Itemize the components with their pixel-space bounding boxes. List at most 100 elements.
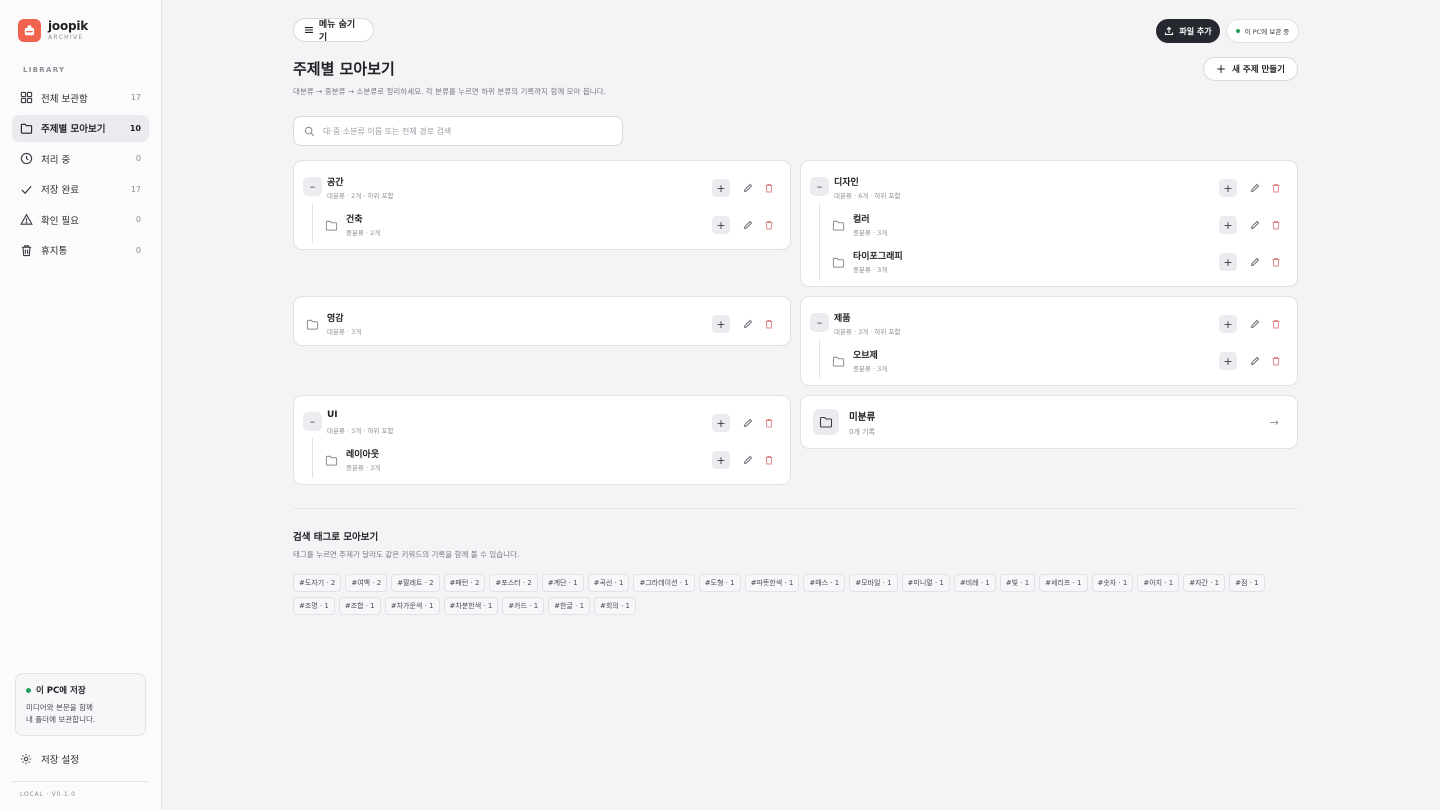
topic-row[interactable]: – UI 대분류 · 3개 · 하위 포함 +: [294, 406, 790, 436]
collapse-toggle-button[interactable]: –: [810, 177, 829, 196]
tag-chip[interactable]: #자간 · 1: [1183, 574, 1226, 592]
tag-chip[interactable]: #여백 · 2: [345, 574, 388, 592]
tag-chip[interactable]: #숫자 · 1: [1091, 574, 1134, 592]
status-dot-icon: [26, 687, 31, 693]
tag-chip[interactable]: #포스터 · 2: [489, 574, 538, 592]
delete-button[interactable]: [760, 451, 778, 469]
tag-chip[interactable]: #그라데이션 · 1: [633, 574, 695, 592]
topic-search[interactable]: [293, 116, 623, 146]
sidebar-item-saved[interactable]: 저장 완료 17: [12, 176, 149, 203]
storage-info-card: 이 PC에 저장 미디어와 본문을 함께 내 폴더에 보관합니다.: [15, 673, 146, 736]
edit-button[interactable]: [1246, 216, 1264, 234]
add-subtopic-button[interactable]: +: [1219, 315, 1237, 333]
tag-list: #도자기 · 2 #여백 · 2 #팔레트 · 2 #패턴 · 2 #포스터 · 2 #계…: [293, 574, 1303, 620]
sidebar-item-all[interactable]: 전체 보관함 17: [12, 84, 149, 111]
delete-button[interactable]: [1267, 216, 1285, 234]
delete-button[interactable]: [1267, 253, 1285, 271]
edit-button[interactable]: [1246, 315, 1264, 333]
tag-chip[interactable]: #비례 · 1: [953, 574, 996, 592]
add-subtopic-button[interactable]: +: [712, 216, 730, 234]
folder-icon: [325, 217, 338, 231]
trash-icon: [1272, 320, 1280, 329]
add-subtopic-button[interactable]: +: [712, 451, 730, 469]
tag-chip[interactable]: #매스 · 1: [803, 574, 846, 592]
collapse-toggle-button[interactable]: –: [303, 412, 322, 431]
tag-chip[interactable]: #계단 · 1: [541, 574, 584, 592]
tag-chip[interactable]: #따뜻한색 · 1: [744, 574, 800, 592]
delete-button[interactable]: [760, 216, 778, 234]
brand[interactable]: joopik ARCHIVE: [18, 19, 88, 42]
topic-card-inspiration: 영감 대분류 · 3개 +: [293, 296, 791, 346]
topic-row[interactable]: – 제품 대분류 · 3개 · 하위 포함 +: [801, 307, 1297, 337]
collapse-toggle-button[interactable]: –: [810, 313, 829, 332]
trash-icon: [765, 184, 773, 193]
add-subtopic-button[interactable]: +: [1219, 179, 1237, 197]
tags-section-description: 태그를 누르면 주제가 달라도 같은 키워드의 기록을 함께 볼 수 있습니다.: [293, 550, 520, 559]
tag-chip[interactable]: #점 · 1: [1229, 574, 1265, 592]
delete-button[interactable]: [760, 414, 778, 432]
sidebar-item-topics[interactable]: 주제별 모아보기 10: [12, 114, 149, 142]
add-subtopic-button[interactable]: +: [712, 179, 730, 197]
edit-button[interactable]: [739, 315, 757, 333]
tag-chip[interactable]: #조합 · 1: [338, 597, 381, 615]
pencil-icon: [743, 418, 753, 428]
edit-button[interactable]: [739, 216, 757, 234]
tag-chip[interactable]: #조명 · 1: [293, 597, 335, 615]
tag-chip[interactable]: #곡선 · 1: [587, 574, 630, 592]
edit-button[interactable]: [739, 451, 757, 469]
subtopic-meta: 중분류 · 3개: [346, 464, 381, 472]
tag-chip[interactable]: #도자기 · 2: [293, 574, 342, 592]
topic-row[interactable]: – 디자인 대분류 · 6개 · 하위 포함 +: [801, 171, 1297, 201]
brand-name: joopik: [48, 18, 89, 33]
tag-chip[interactable]: #패턴 · 2: [443, 574, 486, 592]
tag-chip[interactable]: #세리프 · 1: [1039, 574, 1088, 592]
delete-button[interactable]: [1267, 179, 1285, 197]
add-subtopic-button[interactable]: +: [1219, 253, 1237, 271]
edit-button[interactable]: [1246, 253, 1264, 271]
search-input[interactable]: [323, 126, 603, 136]
topic-name: 영감: [327, 314, 344, 324]
sidebar: joopik ARCHIVE LIBRARY 전체 보관함 17 주제별 모아보…: [0, 0, 162, 810]
new-topic-button[interactable]: + 새 주제 만들기: [1203, 57, 1298, 81]
tag-chip[interactable]: #차가운색 · 1: [384, 597, 440, 615]
sidebar-item-trash[interactable]: 휴지통 0: [12, 237, 149, 264]
storage-status-text: 이 PC에 보관 중: [1244, 28, 1290, 36]
subtopic-row[interactable]: 타이포그래피 중분류 · 3개 +: [801, 245, 1297, 275]
add-subtopic-button[interactable]: +: [1219, 352, 1237, 370]
tag-chip[interactable]: #팔레트 · 2: [391, 574, 440, 592]
tag-chip[interactable]: #모바일 · 1: [849, 574, 898, 592]
subtopic-row[interactable]: 건축 중분류 · 2개 +: [294, 208, 790, 238]
edit-button[interactable]: [739, 179, 757, 197]
delete-button[interactable]: [760, 315, 778, 333]
tag-chip[interactable]: #아치 · 1: [1137, 574, 1180, 592]
uncategorized-card[interactable]: 미분류 0개 기록 →: [800, 395, 1298, 449]
subtopic-row[interactable]: 레이아웃 중분류 · 3개 +: [294, 443, 790, 473]
add-file-button[interactable]: 파일 추가: [1156, 19, 1220, 43]
edit-button[interactable]: [1246, 179, 1264, 197]
topic-row[interactable]: – 공간 대분류 · 2개 · 하위 포함 +: [294, 171, 790, 201]
tag-chip[interactable]: #카드 · 1: [502, 597, 545, 615]
pencil-icon: [1250, 356, 1260, 366]
topic-row[interactable]: 영감 대분류 · 3개 +: [294, 307, 790, 337]
sidebar-item-processing[interactable]: 처리 중 0: [12, 145, 149, 172]
delete-button[interactable]: [1267, 352, 1285, 370]
add-subtopic-button[interactable]: +: [712, 414, 730, 432]
add-subtopic-button[interactable]: +: [1219, 216, 1237, 234]
tag-chip[interactable]: #한글 · 1: [548, 597, 591, 615]
tag-chip[interactable]: #빛 · 1: [999, 574, 1036, 592]
collapse-toggle-button[interactable]: –: [303, 177, 322, 196]
storage-settings-button[interactable]: 저장 설정: [20, 752, 79, 766]
tag-chip[interactable]: #미니멀 · 1: [901, 574, 950, 592]
edit-button[interactable]: [739, 414, 757, 432]
tag-chip[interactable]: #도형 · 1: [698, 574, 741, 592]
add-subtopic-button[interactable]: +: [712, 315, 730, 333]
tag-chip[interactable]: #차분한색 · 1: [443, 597, 499, 615]
sidebar-item-needs-review[interactable]: 확인 필요 0: [12, 206, 149, 233]
edit-button[interactable]: [1246, 352, 1264, 370]
delete-button[interactable]: [760, 179, 778, 197]
delete-button[interactable]: [1267, 315, 1285, 333]
tag-chip[interactable]: #회의 · 1: [594, 597, 636, 615]
subtopic-row[interactable]: 컬러 중분류 · 3개 +: [801, 208, 1297, 238]
subtopic-row[interactable]: 오브제 중분류 · 3개 +: [801, 344, 1297, 374]
hide-menu-button[interactable]: 메뉴 숨기기: [293, 18, 374, 43]
